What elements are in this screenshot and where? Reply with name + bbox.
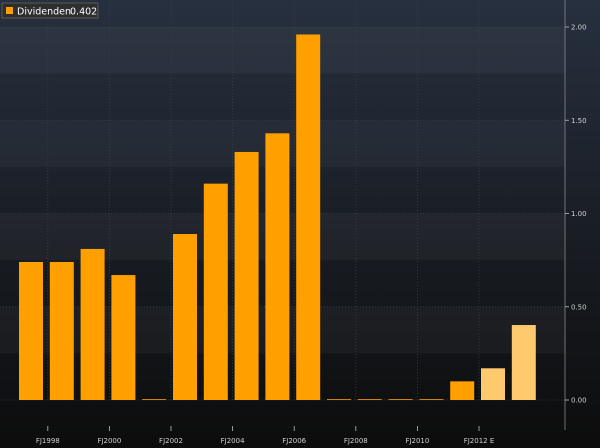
grid-band bbox=[0, 27, 565, 74]
bar-FJ2006 bbox=[265, 133, 290, 400]
bar-FJ2013 E bbox=[481, 368, 505, 400]
x-tick-label: FJ2006 bbox=[282, 437, 306, 445]
bar-FJ2000 bbox=[80, 248, 105, 400]
bar-FJ2005 bbox=[234, 151, 259, 400]
y-tick-label: 0.00 bbox=[571, 397, 587, 405]
bar-FJ2014 E bbox=[511, 325, 536, 400]
x-tick-label: FJ2008 bbox=[344, 437, 368, 445]
y-tick-label: 0.50 bbox=[571, 303, 587, 311]
chart: 0.00 0.50 1.00 1.50 2.00 FJ1998 FJ2000 FJ2002 FJ… bbox=[0, 0, 600, 448]
bar-FJ2001 bbox=[111, 275, 136, 400]
bar-FJ2008 bbox=[327, 399, 351, 400]
x-tick-label: FJ2000 bbox=[97, 437, 121, 445]
bar-FJ2010 bbox=[388, 399, 413, 400]
bar-FJ2009 bbox=[357, 399, 382, 400]
x-tick-label: FJ2002 bbox=[159, 437, 183, 445]
bar-FJ1998 bbox=[19, 261, 43, 400]
legend-value: 0.402 bbox=[70, 7, 97, 18]
legend: Dividenden 0.402 bbox=[1, 2, 99, 19]
dividend-bar-chart: 0.00 0.50 1.00 1.50 2.00 FJ1998 FJ2000 FJ2002 FJ… bbox=[0, 0, 600, 448]
y-tick-label: 1.00 bbox=[571, 210, 587, 218]
legend-label: Dividenden bbox=[17, 7, 71, 18]
legend-swatch bbox=[6, 7, 13, 14]
bar-FJ2004 bbox=[203, 183, 228, 400]
x-tick-label: FJ2010 bbox=[405, 437, 429, 445]
y-tick-label: 2.00 bbox=[571, 24, 587, 32]
x-tick-label: FJ2004 bbox=[221, 437, 245, 445]
x-tick-label: FJ2012 E bbox=[464, 437, 495, 445]
bar-FJ2002 bbox=[142, 399, 167, 400]
bar-FJ2012 E bbox=[450, 381, 475, 400]
bar-FJ2003 bbox=[173, 234, 197, 400]
bar-FJ1999 bbox=[49, 261, 74, 400]
bar-FJ2007 bbox=[296, 34, 321, 401]
bar-FJ2011 bbox=[419, 399, 444, 400]
x-tick-label: FJ1998 bbox=[36, 437, 60, 445]
y-tick-label: 1.50 bbox=[571, 117, 587, 125]
